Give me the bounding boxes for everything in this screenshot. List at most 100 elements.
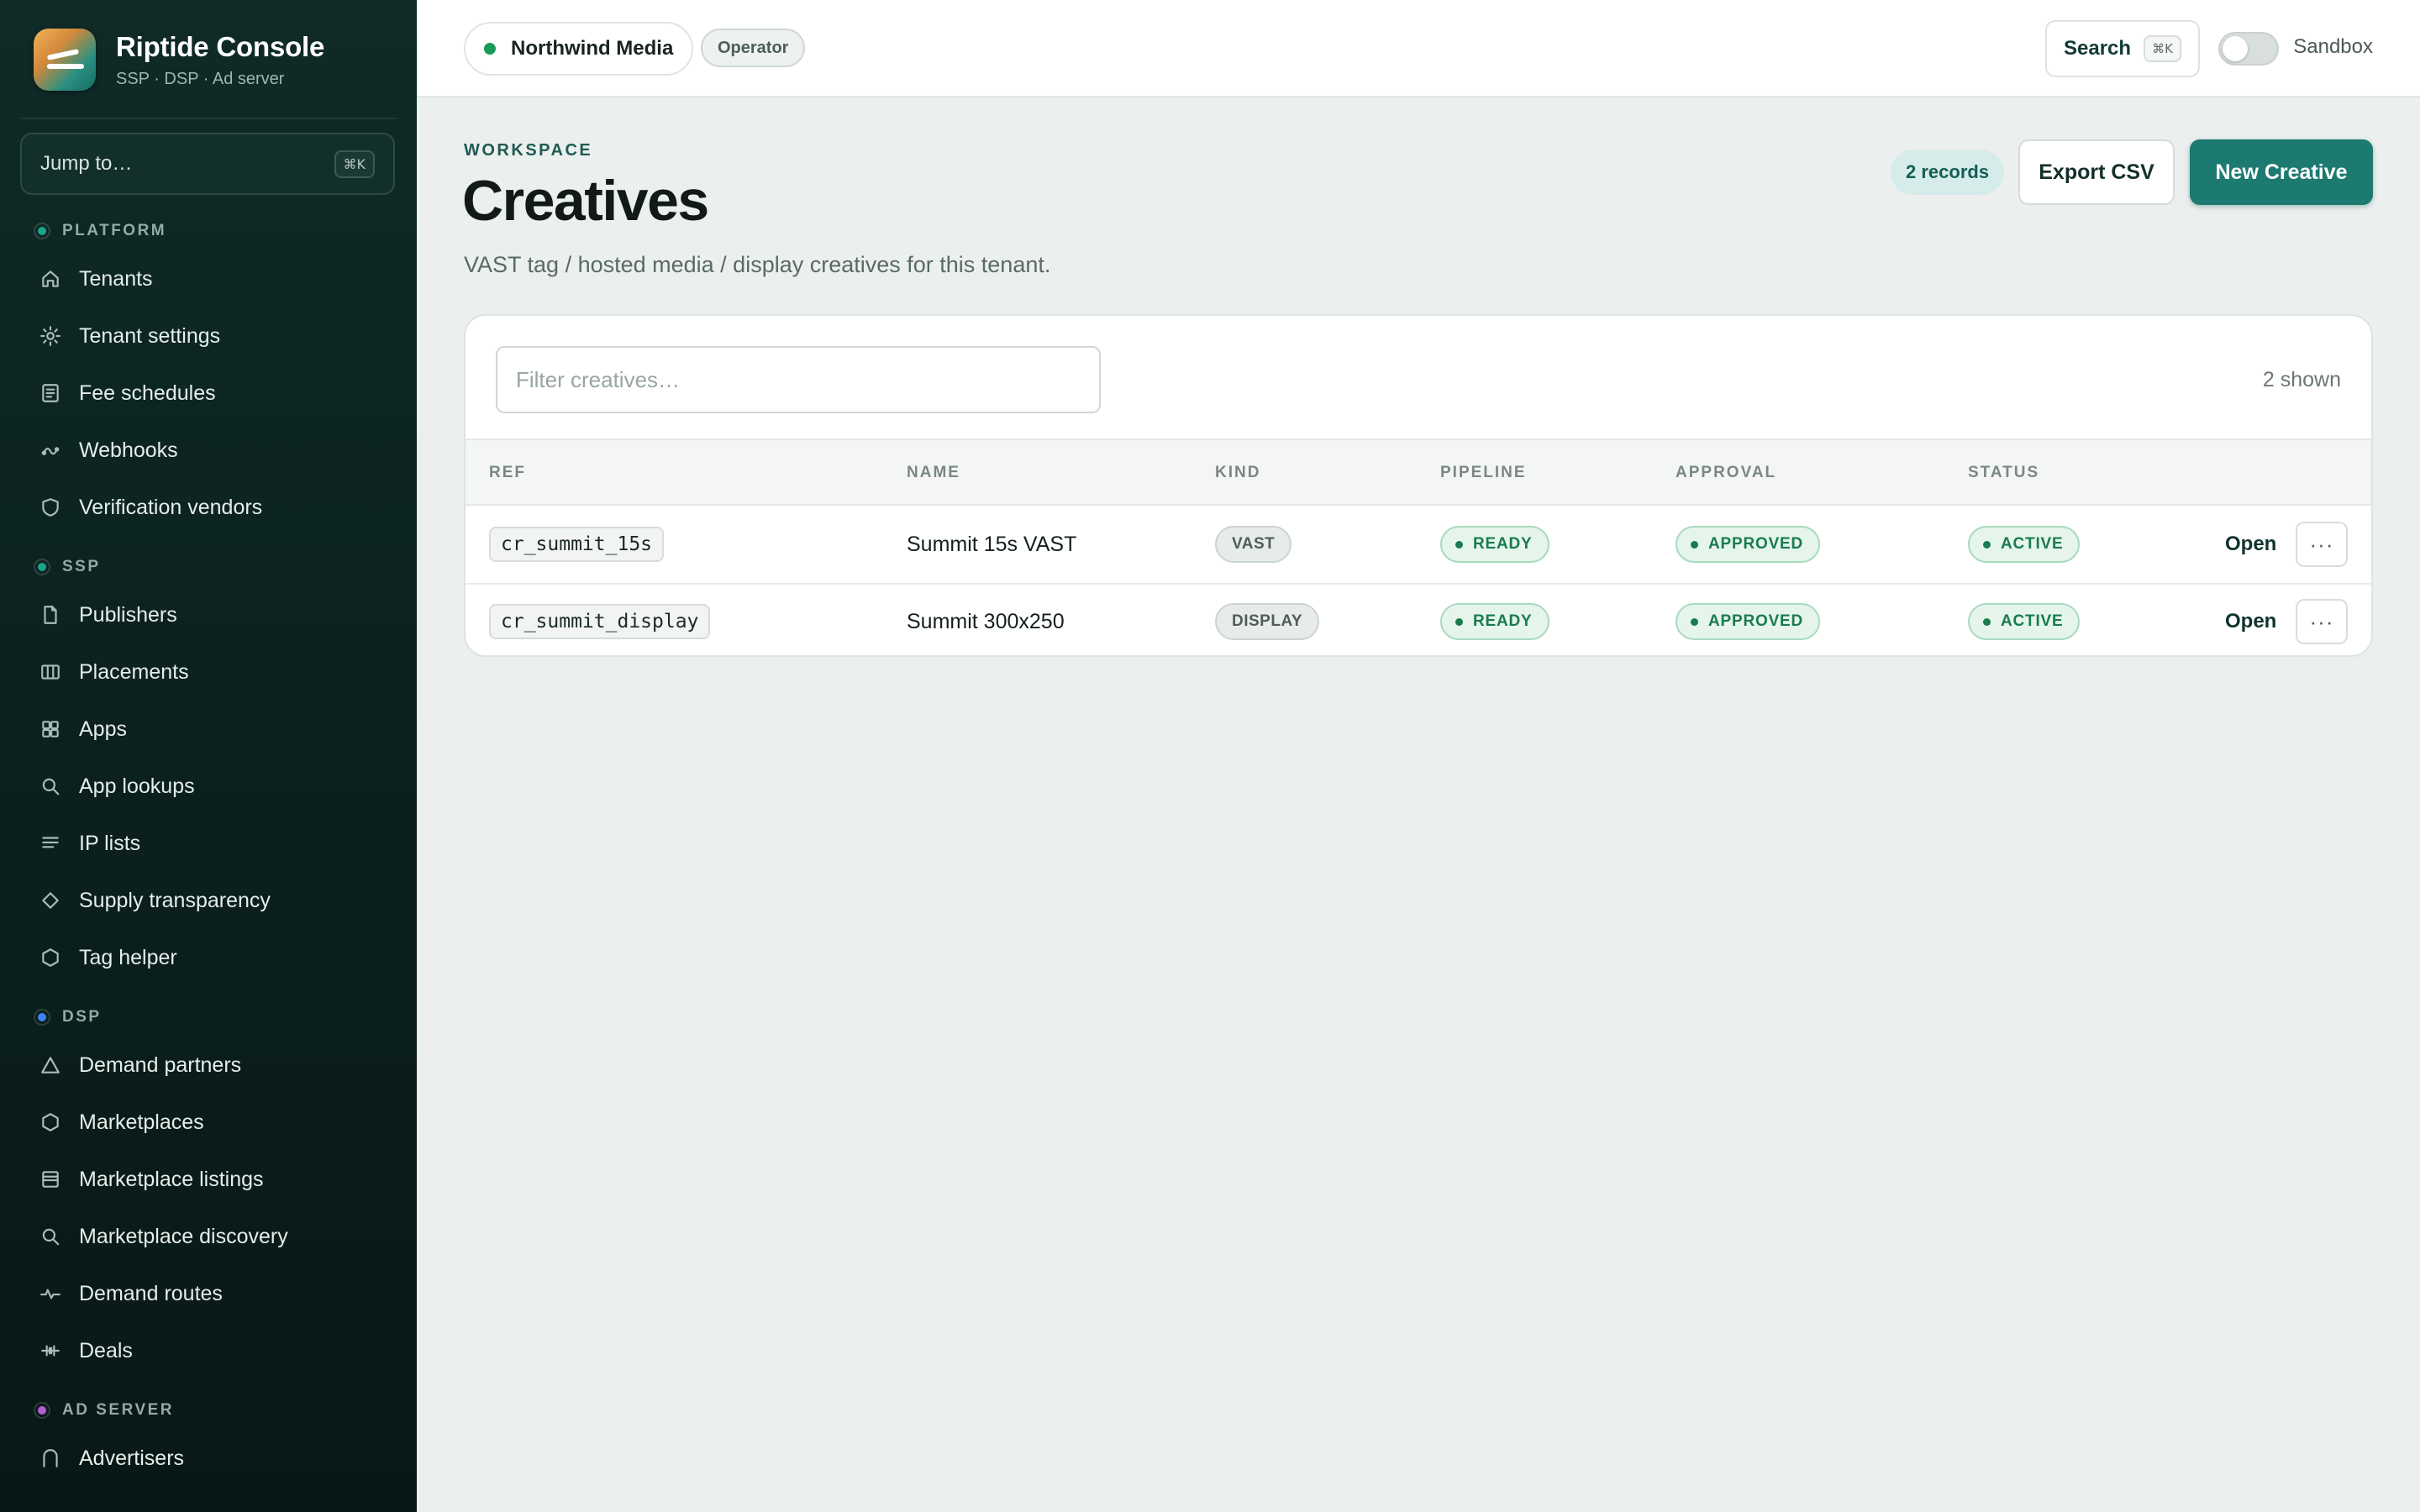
sidebar-item-label: Fee schedules xyxy=(79,381,216,405)
hexagon-icon xyxy=(39,1110,62,1134)
table-row[interactable]: cr_summit_15s Summit 15s VAST VAST READY APP… xyxy=(466,507,2371,583)
section-dot-icon xyxy=(34,1402,50,1419)
nav-section-label: SSP xyxy=(62,558,101,575)
status-badge: ACTIVE xyxy=(1968,603,2081,640)
sidebar-item-tenants[interactable]: Tenants xyxy=(0,250,417,307)
column-header-kind[interactable]: KIND xyxy=(1215,464,1260,482)
sidebar-item-marketplace-listings[interactable]: Marketplace listings xyxy=(0,1151,417,1208)
creatives-card: 2 shown REF NAME KIND PIPELINE APPROVAL … xyxy=(464,314,2373,657)
sidebar-item-label: Verification vendors xyxy=(79,495,263,519)
status-badge: ACTIVE xyxy=(1968,526,2081,563)
sidebar-item-deals[interactable]: Deals xyxy=(0,1322,417,1379)
status-dot-icon xyxy=(1983,617,1991,626)
pulse-icon xyxy=(39,1282,62,1305)
sidebar-item-label: Deals xyxy=(79,1338,133,1362)
search-button[interactable]: Search ⌘K xyxy=(2045,20,2200,77)
kind-badge: DISPLAY xyxy=(1215,603,1320,640)
sidebar-item-webhooks[interactable]: Webhooks xyxy=(0,422,417,479)
section-dot-icon xyxy=(34,559,50,575)
hexagon-icon xyxy=(39,946,62,969)
sidebar-item-publishers[interactable]: Publishers xyxy=(0,586,417,643)
status-dot-icon xyxy=(1691,540,1698,549)
table-row[interactable]: cr_summit_display Summit 300x250 DISPLAY RE… xyxy=(466,583,2371,655)
nav-section-dsp: DSP xyxy=(0,998,417,1037)
page-title: Creatives xyxy=(462,169,709,233)
section-dot-icon xyxy=(34,223,50,239)
sidebar-item-ip-lists[interactable]: IP lists xyxy=(0,815,417,872)
records-count-badge: 2 records xyxy=(1891,150,2005,195)
file-icon xyxy=(39,603,62,627)
sidebar-item-placements[interactable]: Placements xyxy=(0,643,417,701)
sidebar-item-label: Advertisers xyxy=(79,1446,185,1470)
sidebar-item-label: Publishers xyxy=(79,602,177,627)
open-creative-link[interactable]: Open xyxy=(2225,533,2276,556)
nav-section-label: AD SERVER xyxy=(62,1401,175,1419)
shown-count: 2 shown xyxy=(2262,368,2341,391)
sidebar-item-tag-helper[interactable]: Tag helper xyxy=(0,929,417,986)
jump-to-button[interactable]: Jump to… ⌘K xyxy=(20,133,395,195)
sidebar-item-advertisers[interactable]: Advertisers xyxy=(0,1430,417,1487)
sidebar-item-apps[interactable]: Apps xyxy=(0,701,417,758)
filter-creatives-input[interactable] xyxy=(496,346,1101,413)
sidebar-item-label: Demand partners xyxy=(79,1053,242,1077)
sandbox-toggle[interactable] xyxy=(2218,32,2279,66)
sidebar-item-label: Placements xyxy=(79,659,189,684)
page-description: VAST tag / hosted media / display creati… xyxy=(464,252,1051,277)
sidebar-item-label: Tenants xyxy=(79,266,153,291)
column-header-name[interactable]: NAME xyxy=(907,464,960,482)
sidebar-item-label: Tag helper xyxy=(79,945,177,969)
sidebar-item-label: Demand routes xyxy=(79,1281,223,1305)
sidebar: Riptide Console SSP · DSP · Ad server Ju… xyxy=(0,0,417,1512)
app-title: Riptide Console xyxy=(116,30,325,62)
sidebar-item-fee-schedules[interactable]: Fee schedules xyxy=(0,365,417,422)
sidebar-item-demand-partners[interactable]: Demand partners xyxy=(0,1037,417,1094)
open-creative-link[interactable]: Open xyxy=(2225,610,2276,633)
sidebar-item-app-lookups[interactable]: App lookups xyxy=(0,758,417,815)
creative-name: Summit 15s VAST xyxy=(907,532,1077,556)
search-icon xyxy=(39,1225,62,1248)
sidebar-item-verification-vendors[interactable]: Verification vendors xyxy=(0,479,417,536)
sidebar-item-tenant-settings[interactable]: Tenant settings xyxy=(0,307,417,365)
creative-name: Summit 300x250 xyxy=(907,609,1065,633)
tenant-switcher[interactable]: Northwind Media xyxy=(464,22,694,76)
sidebar-divider xyxy=(20,118,397,119)
shield-icon xyxy=(39,496,62,519)
sidebar-item-supply-transparency[interactable]: Supply transparency xyxy=(0,872,417,929)
column-header-ref[interactable]: REF xyxy=(489,464,526,482)
column-header-status[interactable]: STATUS xyxy=(1968,464,2039,482)
app-subtitle: SSP · DSP · Ad server xyxy=(116,69,285,88)
column-header-pipeline[interactable]: PIPELINE xyxy=(1440,464,1527,482)
jump-to-label: Jump to… xyxy=(40,152,133,175)
approval-badge: APPROVED xyxy=(1676,603,1821,640)
search-shortcut: ⌘K xyxy=(2144,35,2181,62)
sandbox-label: Sandbox xyxy=(2293,35,2373,58)
role-badge: Operator xyxy=(701,29,806,67)
more-actions-button[interactable]: ··· xyxy=(2296,522,2348,567)
sidebar-nav: PLATFORM Tenants Tenant settings Fee schedu… xyxy=(0,212,417,1487)
table-header: REF NAME KIND PIPELINE APPROVAL STATUS xyxy=(466,438,2371,506)
search-icon xyxy=(39,774,62,798)
sidebar-item-demand-routes[interactable]: Demand routes xyxy=(0,1265,417,1322)
nav-section-platform: PLATFORM xyxy=(0,212,417,250)
sidebar-item-marketplaces[interactable]: Marketplaces xyxy=(0,1094,417,1151)
arch-icon xyxy=(39,1446,62,1470)
document-icon xyxy=(39,381,62,405)
nav-section-ssp: SSP xyxy=(0,548,417,586)
brand[interactable]: Riptide Console SSP · DSP · Ad server xyxy=(34,29,324,91)
column-header-approval[interactable]: APPROVAL xyxy=(1676,464,1776,482)
new-creative-button[interactable]: New Creative xyxy=(2190,139,2373,205)
pipeline-badge: READY xyxy=(1440,526,1549,563)
more-actions-button[interactable]: ··· xyxy=(2296,599,2348,644)
diamond-icon xyxy=(39,889,62,912)
sidebar-item-marketplace-discovery[interactable]: Marketplace discovery xyxy=(0,1208,417,1265)
list-icon xyxy=(39,832,62,855)
sidebar-item-label: Marketplace listings xyxy=(79,1167,264,1191)
nav-section-label: DSP xyxy=(62,1008,102,1026)
sidebar-item-label: Marketplace discovery xyxy=(79,1224,288,1248)
nav-section-ad-server: AD SERVER xyxy=(0,1391,417,1430)
status-dot-icon xyxy=(1983,540,1991,549)
grid-icon xyxy=(39,717,62,741)
sidebar-item-label: Apps xyxy=(79,717,127,741)
export-csv-button[interactable]: Export CSV xyxy=(2018,139,2175,205)
tenant-status-dot xyxy=(484,43,496,55)
